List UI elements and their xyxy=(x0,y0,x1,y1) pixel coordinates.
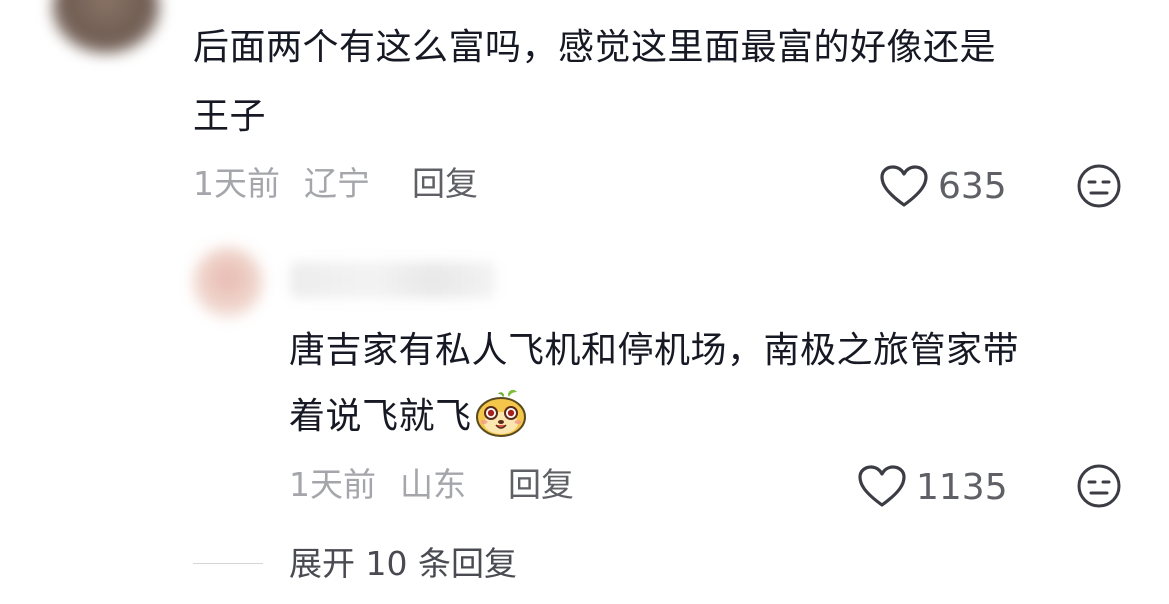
neutral-face-icon[interactable] xyxy=(1076,163,1122,209)
smiling-face-emoji xyxy=(475,389,526,437)
reply-text-continued: 着说飞就飞 xyxy=(289,388,528,444)
reply-button[interactable]: 回复 xyxy=(508,465,574,505)
like-count: 1135 xyxy=(916,467,1008,508)
reply-avatar[interactable] xyxy=(193,247,263,317)
reply-location: 山东 xyxy=(400,465,466,504)
neutral-face-icon[interactable] xyxy=(1076,463,1122,509)
reply-text: 唐吉家有私人飞机和停机场，南极之旅管家带 xyxy=(289,330,1020,371)
reply-username-blurred[interactable] xyxy=(290,262,495,298)
comment-time: 1天前 xyxy=(193,164,280,203)
heart-outline-icon[interactable] xyxy=(880,165,928,209)
reply-time: 1天前 xyxy=(289,465,376,504)
expand-replies-button[interactable]: 展开 10 条回复 xyxy=(289,544,517,584)
like-count: 635 xyxy=(938,166,1007,207)
reply-button[interactable]: 回复 xyxy=(412,164,478,204)
expand-divider xyxy=(193,563,263,564)
avatar[interactable] xyxy=(52,0,160,54)
reply-text-line: 着说飞就飞 xyxy=(289,396,472,437)
comment-text: 后面两个有这么富吗，感觉这里面最富的好像还是 xyxy=(193,27,997,68)
comment-text-continued: 王子 xyxy=(193,96,267,137)
heart-outline-icon[interactable] xyxy=(858,465,906,509)
comment-location: 辽宁 xyxy=(304,164,370,203)
